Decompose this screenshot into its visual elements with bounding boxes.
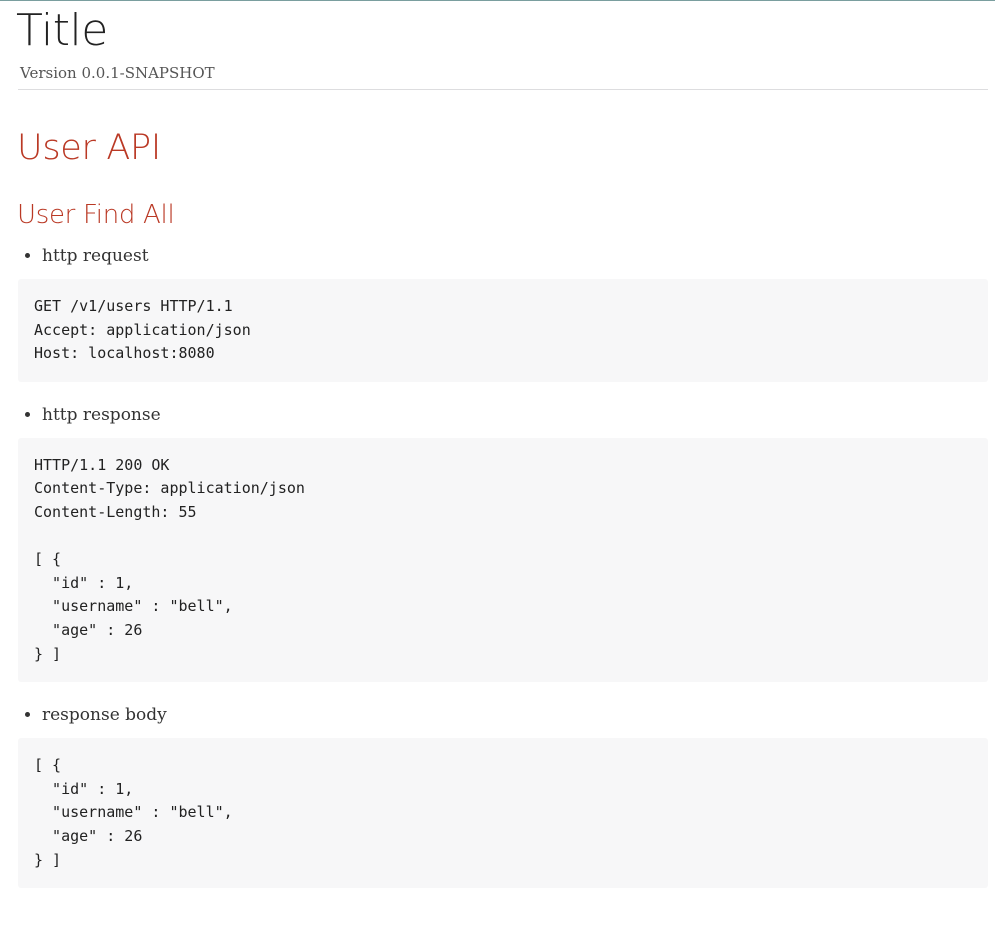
http-response-label: http response: [42, 403, 988, 427]
subsection-title: User Find All: [17, 200, 175, 230]
http-response-code: HTTP/1.1 200 OK Content-Type: applicatio…: [34, 455, 305, 663]
http-request-code: GET /v1/users HTTP/1.1 Accept: applicati…: [34, 297, 251, 363]
response-body-listing: [ { "id" : 1, "username" : "bell", "age"…: [18, 738, 988, 889]
http-request-listing: GET /v1/users HTTP/1.1 Accept: applicati…: [18, 279, 988, 382]
http-request-label: http request: [42, 244, 988, 268]
http-request-list: http request: [18, 244, 988, 268]
response-body-list: response body: [18, 703, 988, 727]
section-title: User API: [17, 128, 161, 168]
http-response-list: http response: [18, 403, 988, 427]
response-body-label: response body: [42, 703, 988, 727]
document-version: Version 0.0.1-SNAPSHOT: [20, 64, 215, 82]
document: Title Version 0.0.1-SNAPSHOT User API Us…: [16, 1, 988, 889]
document-title: Title: [16, 5, 108, 56]
response-body-code: [ { "id" : 1, "username" : "bell", "age"…: [34, 756, 233, 869]
http-response-listing: HTTP/1.1 200 OK Content-Type: applicatio…: [18, 437, 988, 683]
document-header: Title Version 0.0.1-SNAPSHOT: [16, 5, 988, 90]
